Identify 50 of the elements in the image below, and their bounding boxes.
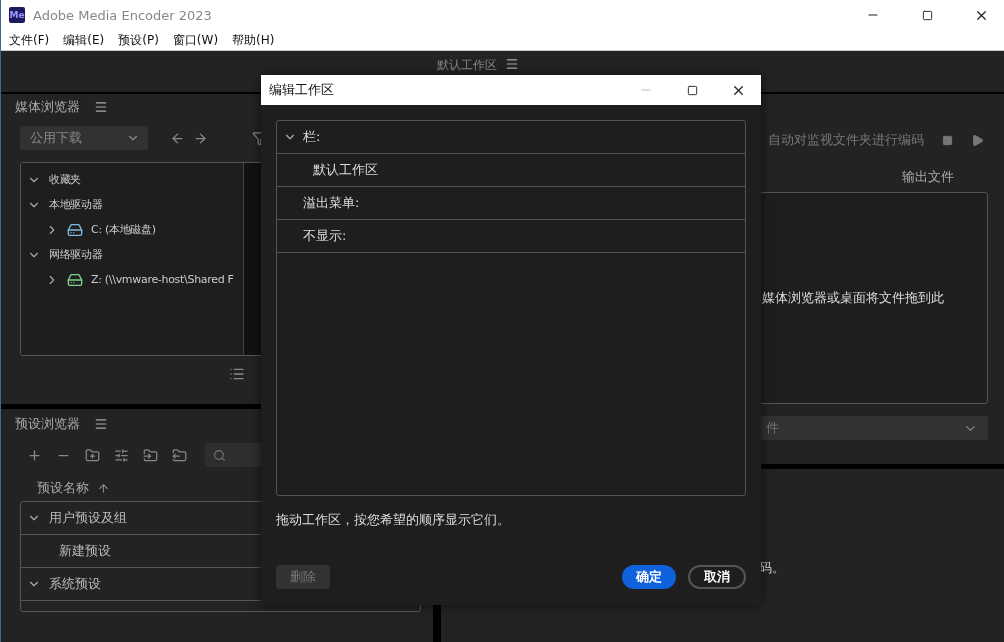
column-header: 输出文件 <box>902 169 954 186</box>
menu-item[interactable]: 预设(P) <box>118 31 159 49</box>
maximize-icon[interactable] <box>921 9 933 21</box>
preset-row[interactable]: 新建预设 <box>59 542 111 560</box>
ok-button[interactable]: 确定 <box>622 565 676 589</box>
menu-icon[interactable] <box>505 57 519 71</box>
import-icon[interactable] <box>143 447 158 463</box>
workspace-tab[interactable]: 默认工作区 <box>437 57 497 74</box>
menu-icon[interactable] <box>94 417 108 431</box>
add-icon[interactable] <box>27 447 42 463</box>
search-icon <box>213 448 226 462</box>
tree-item[interactable]: Z: (\\vmware-host\Shared F <box>91 273 234 286</box>
menu-item[interactable]: 编辑(E) <box>63 31 105 49</box>
export-icon[interactable] <box>172 447 187 463</box>
preset-row[interactable]: 用户预设及组 <box>49 509 127 527</box>
workspace-row[interactable]: 不显示: <box>303 227 347 245</box>
menu-item[interactable]: 帮助(H) <box>232 31 275 49</box>
tree-item[interactable]: 本地驱动器 <box>49 197 103 212</box>
list-view-icon[interactable] <box>229 366 245 382</box>
column-header[interactable]: 预设名称 <box>37 479 89 497</box>
workspace-row[interactable]: 溢出菜单: <box>303 194 360 212</box>
play-icon[interactable] <box>971 134 984 147</box>
tree-item[interactable]: 收藏夹 <box>49 172 82 187</box>
menu-item[interactable]: 窗口(W) <box>172 31 219 49</box>
instruction-text: 拖动工作区，按您希望的顺序显示它们。 <box>276 512 511 529</box>
tree-item[interactable]: 网络驱动器 <box>49 247 103 262</box>
drive-icon <box>67 221 83 238</box>
app-logo: Me <box>9 7 25 23</box>
auto-encode-label: 自动对监视文件夹进行编码 <box>768 132 924 149</box>
workspace-row[interactable]: 栏: <box>303 128 321 146</box>
location-dropdown[interactable]: 公用下载 <box>20 126 148 150</box>
back-icon[interactable] <box>170 130 185 146</box>
window-title: Adobe Media Encoder 2023 <box>33 7 213 23</box>
preset-row[interactable]: 系统预设 <box>49 575 101 593</box>
drop-hint: 媒体浏览器或桌面将文件拖到此 <box>762 289 944 307</box>
tree-item[interactable]: C: (本地磁盘) <box>91 222 156 237</box>
new-group-icon[interactable] <box>85 447 100 463</box>
cancel-button[interactable]: 取消 <box>688 565 746 589</box>
network-drive-icon <box>67 271 83 288</box>
dialog-title: 编辑工作区 <box>269 81 335 99</box>
forward-icon[interactable] <box>193 130 208 146</box>
panel-title: 预设浏览器 <box>15 415 80 433</box>
menu-item[interactable]: 文件(F) <box>9 31 50 49</box>
panel-title: 媒体浏览器 <box>15 98 80 116</box>
workspace-row[interactable]: 默认工作区 <box>313 161 378 179</box>
settings-icon[interactable] <box>114 447 129 463</box>
stop-icon[interactable] <box>942 135 953 146</box>
sort-up-icon <box>97 481 110 495</box>
menu-icon[interactable] <box>94 100 108 114</box>
maximize-icon[interactable] <box>686 84 698 96</box>
